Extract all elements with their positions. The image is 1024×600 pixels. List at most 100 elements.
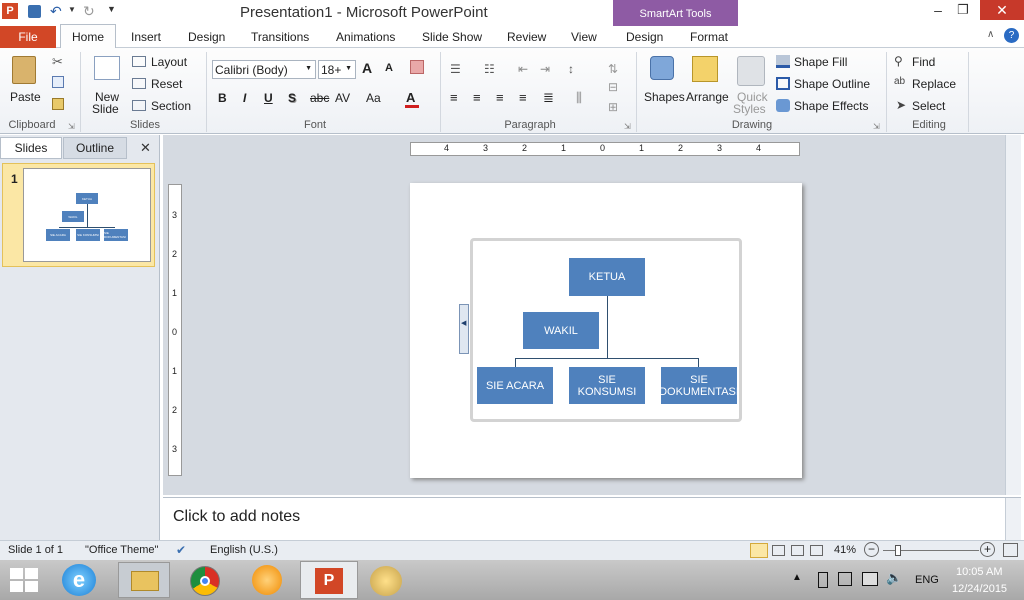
italic-button[interactable]: I xyxy=(243,91,246,105)
minimize-button[interactable]: – xyxy=(925,2,951,20)
notes-scrollbar[interactable] xyxy=(1005,498,1021,540)
reset-button[interactable]: Reset xyxy=(132,76,198,92)
chrome-icon[interactable] xyxy=(190,566,220,596)
powerpoint-app-icon[interactable]: P xyxy=(2,3,18,19)
close-pane-icon[interactable]: ✕ xyxy=(140,140,151,156)
clock-date[interactable]: 12/24/2015 xyxy=(952,583,1007,595)
quick-styles-button[interactable]: Quick Styles xyxy=(733,54,771,120)
theme-name[interactable]: "Office Theme" xyxy=(85,544,158,556)
undo-dropdown-icon[interactable]: ▼ xyxy=(68,5,76,14)
shape-outline-button[interactable]: Shape Outline xyxy=(776,76,880,92)
zoom-out-button[interactable]: − xyxy=(864,542,879,557)
zoom-slider[interactable] xyxy=(883,545,979,556)
tab-file[interactable]: File xyxy=(0,26,56,48)
sie-dokumentasi-box[interactable]: SIE DOKUMENTASI xyxy=(659,367,739,404)
fit-slide-icon[interactable] xyxy=(1003,543,1018,557)
zoom-level[interactable]: 41% xyxy=(834,544,856,556)
volume-icon[interactable]: 🔈 xyxy=(886,570,902,586)
decrease-indent-icon[interactable]: ⇤ xyxy=(518,62,528,76)
change-case-button[interactable]: Aa xyxy=(366,91,381,105)
numbering-icon[interactable]: ☷ xyxy=(484,62,495,76)
drawing-dialog-launcher-icon[interactable]: ⇲ xyxy=(873,122,880,131)
shape-effects-button[interactable]: Shape Effects xyxy=(776,98,880,114)
tab-review[interactable]: Review xyxy=(507,30,546,44)
vertical-scrollbar[interactable] xyxy=(1005,135,1021,495)
section-button[interactable]: Section xyxy=(132,98,202,114)
distributed-icon[interactable]: ≣ xyxy=(543,90,554,106)
new-slide-button[interactable]: New Slide xyxy=(88,54,126,116)
show-hidden-icons[interactable]: ▲ xyxy=(792,572,802,583)
tab-insert[interactable]: Insert xyxy=(131,30,161,44)
tab-home[interactable]: Home xyxy=(60,24,116,48)
font-size-select[interactable]: 18+ ▼ xyxy=(318,60,356,79)
tab-smartart-design[interactable]: Design xyxy=(626,30,663,44)
save-icon[interactable] xyxy=(28,5,41,18)
shapes-button[interactable]: Shapes xyxy=(642,54,685,114)
find-button[interactable]: ⚲ Find xyxy=(894,54,954,70)
font-color-button[interactable]: A xyxy=(404,88,426,108)
align-text-icon[interactable]: ⊟ xyxy=(608,80,618,94)
redo-icon[interactable]: ↻ xyxy=(83,3,95,20)
reading-view-icon[interactable] xyxy=(791,545,804,556)
tab-transitions[interactable]: Transitions xyxy=(251,30,309,44)
zoom-in-button[interactable]: + xyxy=(980,542,995,557)
start-button[interactable] xyxy=(10,568,38,592)
smartart-frame[interactable]: KETUA WAKIL SIE ACARA SIE KONSUMSI SIE D… xyxy=(470,238,742,422)
shadow-button[interactable]: S xyxy=(288,91,296,105)
text-direction-icon[interactable]: ⇅ xyxy=(608,62,618,76)
paragraph-dialog-launcher-icon[interactable]: ⇲ xyxy=(624,122,631,131)
underline-button[interactable]: U xyxy=(264,91,273,105)
grow-font-icon[interactable]: A xyxy=(362,60,372,76)
customize-qat-icon[interactable]: ▼ xyxy=(107,4,116,14)
normal-view-icon[interactable] xyxy=(750,543,768,558)
slide-show-icon[interactable] xyxy=(810,545,823,556)
paste-button[interactable]: Paste xyxy=(6,54,42,114)
bold-button[interactable]: B xyxy=(218,91,227,105)
arrange-button[interactable]: Arrange xyxy=(684,54,730,114)
tab-smartart-format[interactable]: Format xyxy=(690,30,728,44)
center-icon[interactable]: ≡ xyxy=(473,90,481,105)
strikethrough-button[interactable]: abc xyxy=(310,91,329,105)
clock-time[interactable]: 10:05 AM xyxy=(956,566,1002,578)
tab-slides[interactable]: Slides xyxy=(0,137,62,159)
tab-outline[interactable]: Outline xyxy=(63,137,127,159)
bullets-icon[interactable]: ☰ xyxy=(450,62,461,76)
network-icon[interactable] xyxy=(862,572,878,586)
tab-design[interactable]: Design xyxy=(188,30,225,44)
zoom-slider-thumb[interactable] xyxy=(895,545,901,556)
replace-button[interactable]: ab Replace xyxy=(894,76,968,92)
language-indicator[interactable]: English (U.S.) xyxy=(210,544,278,556)
app-orange-icon[interactable] xyxy=(252,565,282,595)
character-spacing-button[interactable]: AV xyxy=(335,91,350,105)
tab-slide-show[interactable]: Slide Show xyxy=(422,30,482,44)
input-language[interactable]: ENG xyxy=(915,574,939,586)
powerpoint-taskbar-button[interactable]: P xyxy=(300,561,358,599)
paint-icon[interactable] xyxy=(370,566,402,596)
justify-icon[interactable]: ≡ xyxy=(519,90,527,105)
smartart-text-pane-toggle[interactable]: ◀ xyxy=(459,304,469,354)
battery-icon[interactable] xyxy=(818,572,828,588)
clipboard-dialog-launcher-icon[interactable]: ⇲ xyxy=(68,122,75,131)
increase-indent-icon[interactable]: ⇥ xyxy=(540,62,550,76)
spellcheck-icon[interactable]: ✔ xyxy=(176,543,186,557)
undo-icon[interactable]: ↶ xyxy=(50,3,62,20)
font-name-select[interactable]: Calibri (Body) ▼ xyxy=(212,60,316,79)
layout-button[interactable]: Layout xyxy=(132,54,198,70)
clear-formatting-icon[interactable] xyxy=(410,60,424,74)
ketua-box[interactable]: KETUA xyxy=(569,258,645,296)
slide-thumbnail[interactable]: KETUA WAKIL SIE ACARA SIE KONSUMSI SIE D… xyxy=(23,168,151,262)
notes-pane[interactable]: Click to add notes xyxy=(163,497,1021,540)
shape-fill-button[interactable]: Shape Fill xyxy=(776,54,868,70)
tab-view[interactable]: View xyxy=(571,30,597,44)
convert-smartart-icon[interactable]: ⊞ xyxy=(608,100,618,114)
align-left-icon[interactable]: ≡ xyxy=(450,90,458,105)
slide[interactable]: ◀ KETUA WAKIL SIE ACARA SIE KONSUMSI SIE… xyxy=(410,183,802,478)
slide-sorter-icon[interactable] xyxy=(772,545,785,556)
help-icon[interactable]: ? xyxy=(1004,28,1019,43)
align-right-icon[interactable]: ≡ xyxy=(496,90,504,105)
select-button[interactable]: ➤ Select xyxy=(894,98,960,114)
sie-acara-box[interactable]: SIE ACARA xyxy=(477,367,553,404)
minimize-ribbon-icon[interactable]: ∧ xyxy=(987,29,994,40)
internet-explorer-icon[interactable]: e xyxy=(62,564,96,596)
wakil-box[interactable]: WAKIL xyxy=(523,312,599,349)
